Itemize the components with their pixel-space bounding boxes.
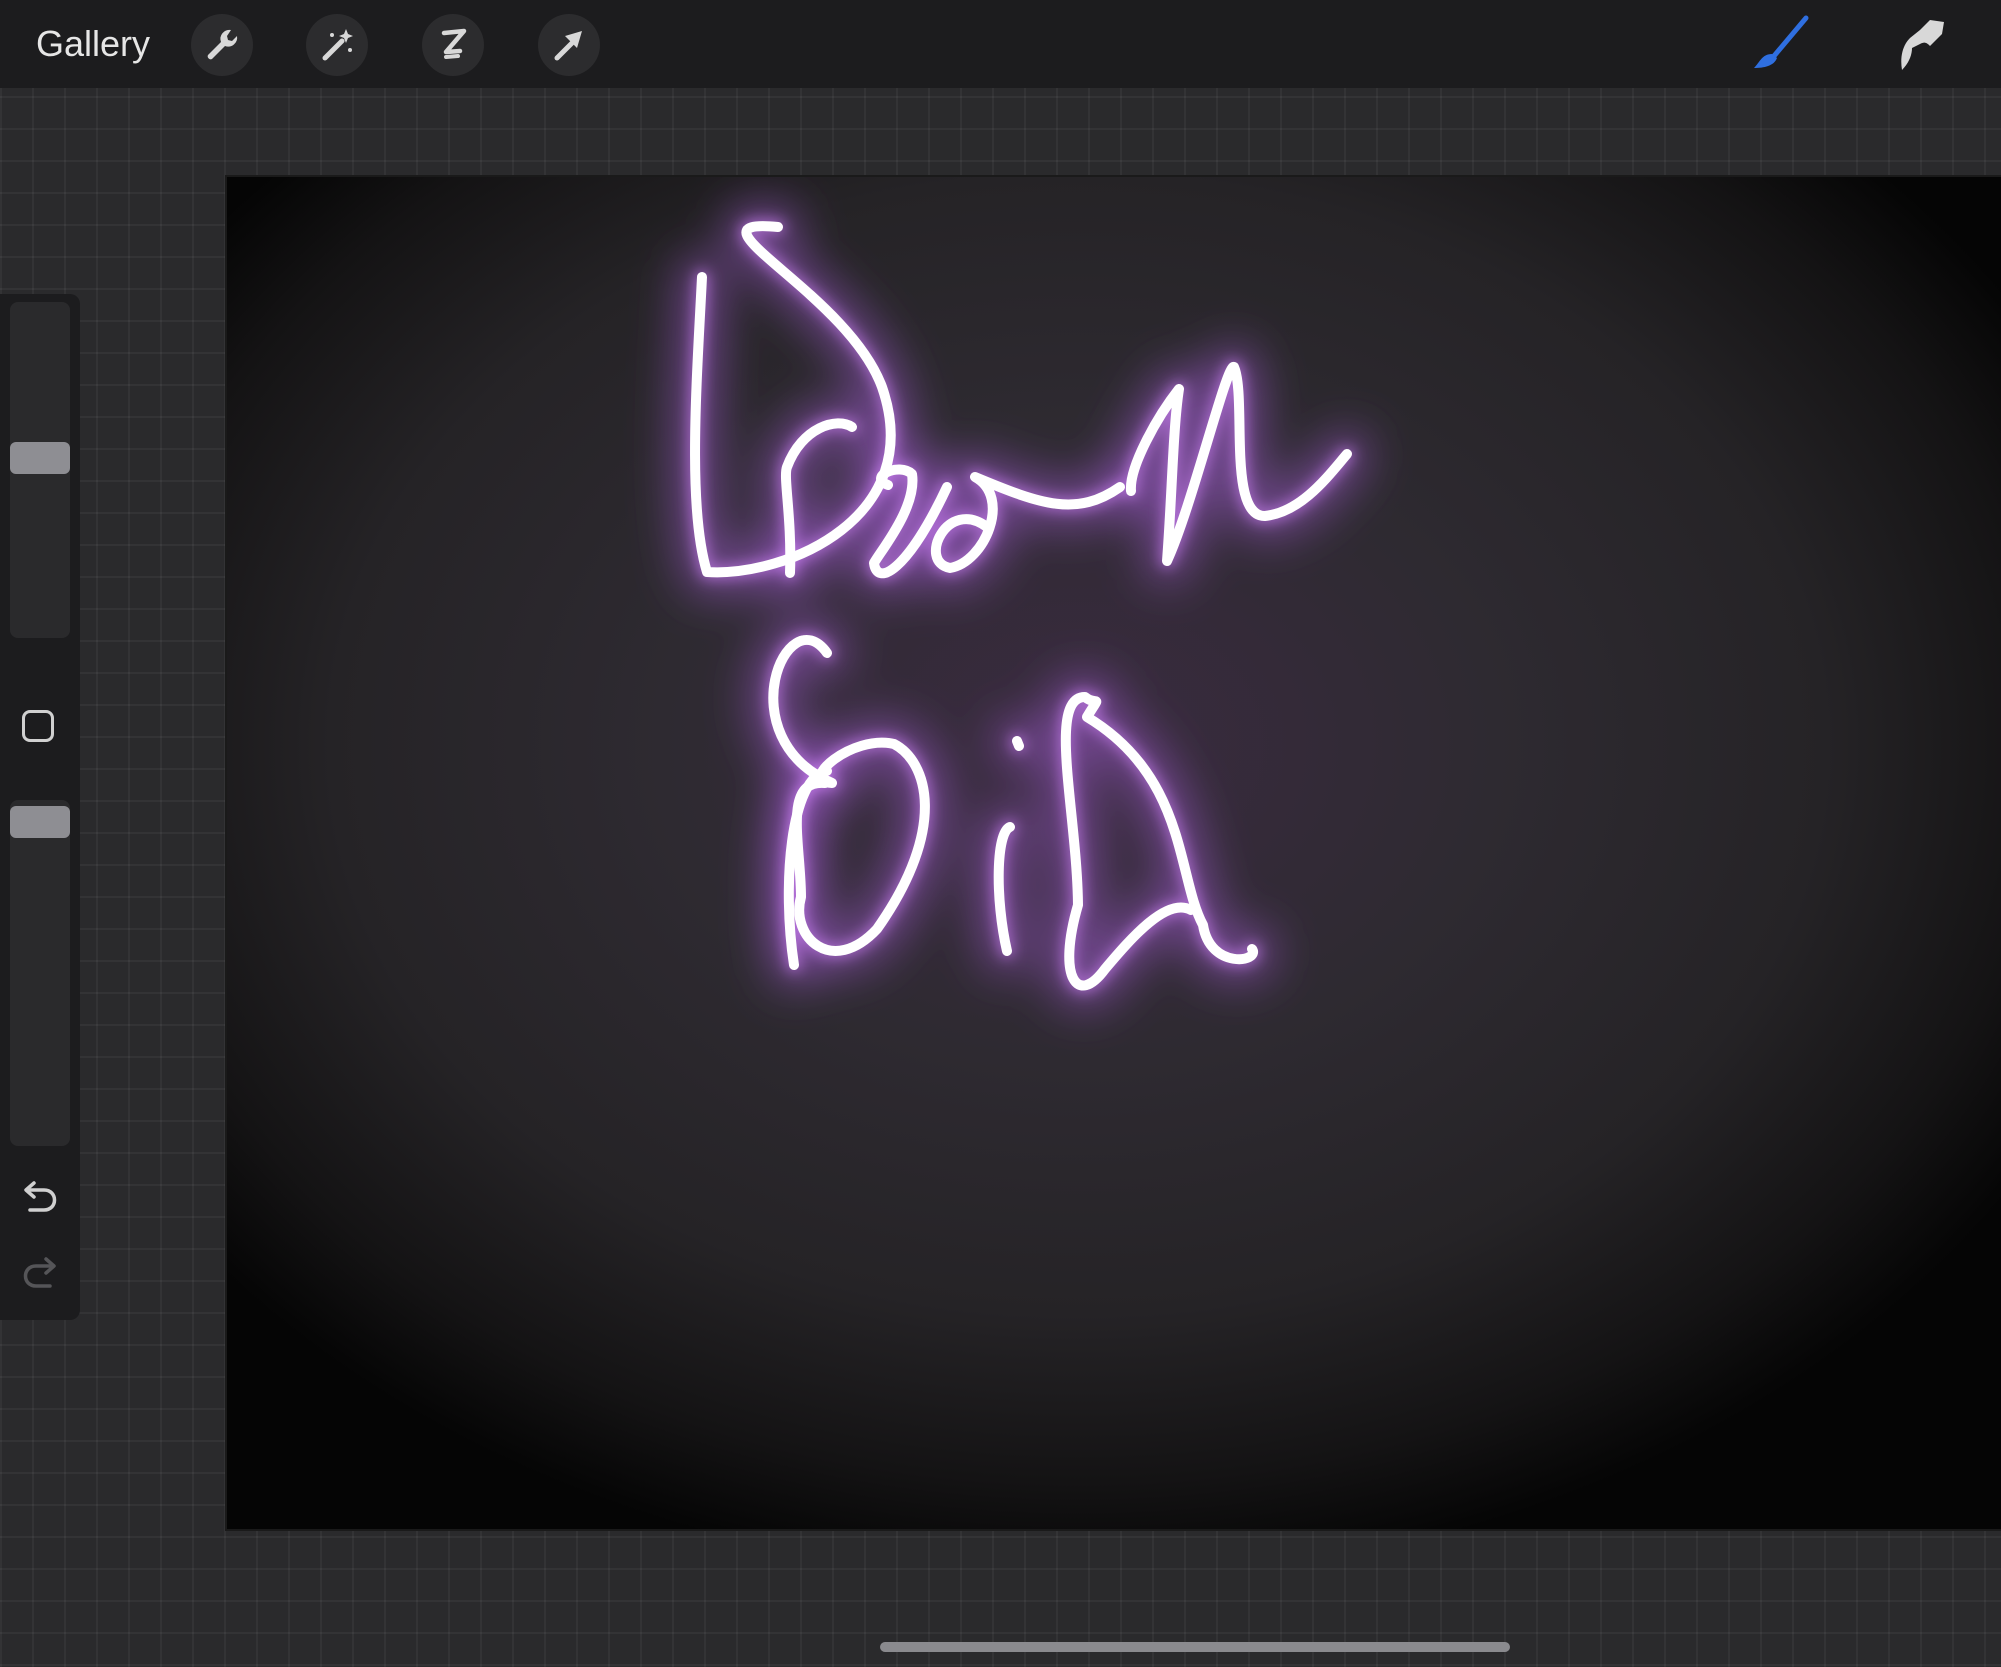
smudge-icon — [1901, 20, 1944, 70]
selection-button[interactable] — [422, 14, 484, 76]
undo-icon — [24, 1181, 57, 1212]
arrow-icon — [554, 31, 582, 61]
selection-icon — [441, 28, 467, 59]
undo-button[interactable] — [18, 1178, 62, 1218]
home-indicator[interactable] — [880, 1642, 1510, 1652]
brush-button[interactable] — [1748, 12, 1812, 76]
left-sidebar — [0, 294, 80, 1320]
adjustments-button[interactable] — [306, 14, 368, 76]
transform-button[interactable] — [538, 14, 600, 76]
magic-wand-icon — [322, 29, 353, 61]
redo-icon — [23, 1257, 56, 1288]
opacity-handle[interactable] — [10, 806, 70, 838]
actions-button[interactable] — [191, 14, 253, 76]
gallery-button[interactable]: Gallery — [36, 22, 150, 66]
brush-icon — [1754, 15, 1809, 68]
drawing-canvas[interactable] — [227, 177, 2001, 1529]
neon-lettering-artwork — [227, 177, 2001, 1529]
brush-size-slider[interactable] — [10, 302, 70, 638]
top-toolbar: Gallery — [0, 0, 2001, 88]
opacity-slider[interactable] — [10, 800, 70, 1146]
smudge-button[interactable] — [1890, 12, 1954, 76]
modify-button[interactable] — [22, 710, 54, 742]
brush-size-handle[interactable] — [10, 442, 70, 474]
redo-button[interactable] — [18, 1254, 62, 1294]
wrench-icon — [207, 29, 238, 60]
